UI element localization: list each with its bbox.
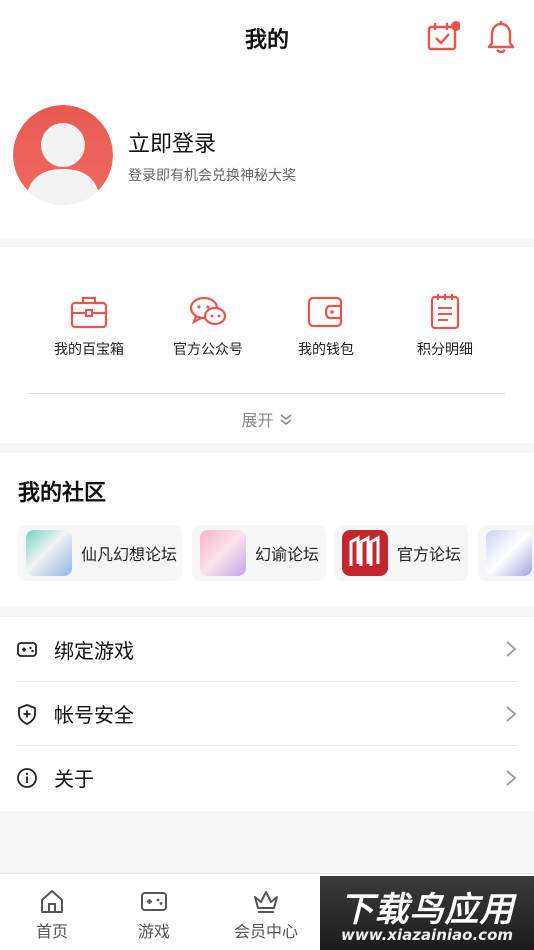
forum-item[interactable]: 仙凡幻想论坛 bbox=[18, 525, 182, 581]
tool-label: 我的钱包 bbox=[298, 342, 354, 358]
wallet-icon bbox=[307, 296, 343, 328]
forum-item[interactable]: 幻谕论坛 bbox=[192, 525, 326, 581]
forum-name: 幻谕论坛 bbox=[255, 545, 320, 564]
forum-thumbnail bbox=[486, 530, 532, 576]
login-subtitle: 登录即有机会兑换神秘大奖 bbox=[128, 168, 296, 184]
tool-label: 积分明细 bbox=[417, 342, 473, 358]
avatar[interactable] bbox=[13, 105, 113, 205]
shield-icon bbox=[18, 703, 36, 725]
community-section: 我的社区 仙凡幻想论坛 幻谕论坛 官方论坛 bbox=[0, 453, 534, 606]
expand-label: 展开 bbox=[241, 411, 274, 430]
tool-wallet[interactable]: 我的钱包 bbox=[266, 293, 386, 359]
login-title[interactable]: 立即登录 bbox=[128, 126, 216, 158]
settings-menu: 绑定游戏 帐号安全 关于 bbox=[0, 617, 534, 811]
bell-icon[interactable] bbox=[486, 20, 518, 56]
tools-section: 我的百宝箱 官方公众号 我的钱包 积分明细 展开 bbox=[0, 247, 534, 443]
tool-points[interactable]: 积分明细 bbox=[385, 293, 505, 359]
menu-label: 帐号安全 bbox=[54, 703, 134, 727]
gamepad-icon bbox=[17, 642, 37, 657]
game-icon bbox=[141, 892, 167, 911]
wechat-icon bbox=[189, 296, 227, 326]
forum-item[interactable] bbox=[478, 525, 534, 581]
forum-name: 仙凡幻想论坛 bbox=[81, 545, 178, 564]
double-chevron-down-icon bbox=[279, 411, 293, 430]
watermark: 下载鸟应用 www.xiazainiao.com bbox=[320, 876, 534, 950]
menu-label: 绑定游戏 bbox=[54, 638, 134, 663]
tab-games[interactable]: 游戏 bbox=[114, 888, 194, 942]
menu-label: 关于 bbox=[54, 767, 94, 791]
home-icon bbox=[41, 890, 63, 913]
tool-label: 官方公众号 bbox=[173, 342, 243, 358]
watermark-url: www.xiazainiao.com bbox=[340, 926, 514, 944]
calendar-check-icon[interactable] bbox=[426, 20, 461, 56]
menu-about[interactable]: 关于 bbox=[16, 745, 518, 809]
tool-toolbox[interactable]: 我的百宝箱 bbox=[29, 293, 149, 359]
chevron-right-icon bbox=[506, 641, 517, 657]
tab-label: 首页 bbox=[35, 922, 68, 941]
toolbox-icon bbox=[70, 296, 108, 329]
top-header: 我的 bbox=[0, 0, 534, 78]
forum-name: 官方论坛 bbox=[397, 545, 462, 564]
chevron-right-icon bbox=[506, 769, 517, 786]
tab-home[interactable]: 首页 bbox=[12, 888, 92, 942]
expand-button[interactable]: 展开 bbox=[0, 407, 534, 431]
tab-vip-center[interactable]: 会员中心 bbox=[226, 888, 306, 942]
profile-card[interactable]: 立即登录 登录即有机会兑换神秘大奖 bbox=[0, 78, 534, 238]
watermark-text: 下载鸟应用 bbox=[339, 890, 515, 930]
section-title: 我的社区 bbox=[18, 481, 107, 506]
forum-item[interactable]: 官方论坛 bbox=[334, 525, 468, 581]
menu-account-security[interactable]: 帐号安全 bbox=[16, 681, 518, 745]
divider bbox=[29, 393, 505, 394]
info-icon bbox=[17, 767, 37, 788]
tab-label: 会员中心 bbox=[233, 922, 298, 941]
forum-thumbnail bbox=[342, 530, 388, 576]
tool-label: 我的百宝箱 bbox=[54, 342, 124, 358]
tab-label: 游戏 bbox=[137, 922, 170, 941]
crown-icon bbox=[254, 891, 278, 913]
list-icon bbox=[430, 294, 460, 330]
tool-wechat[interactable]: 官方公众号 bbox=[148, 293, 268, 359]
forum-thumbnail bbox=[26, 530, 72, 576]
forum-thumbnail bbox=[200, 530, 246, 576]
menu-bind-game[interactable]: 绑定游戏 bbox=[16, 617, 518, 681]
chevron-right-icon bbox=[506, 705, 517, 722]
